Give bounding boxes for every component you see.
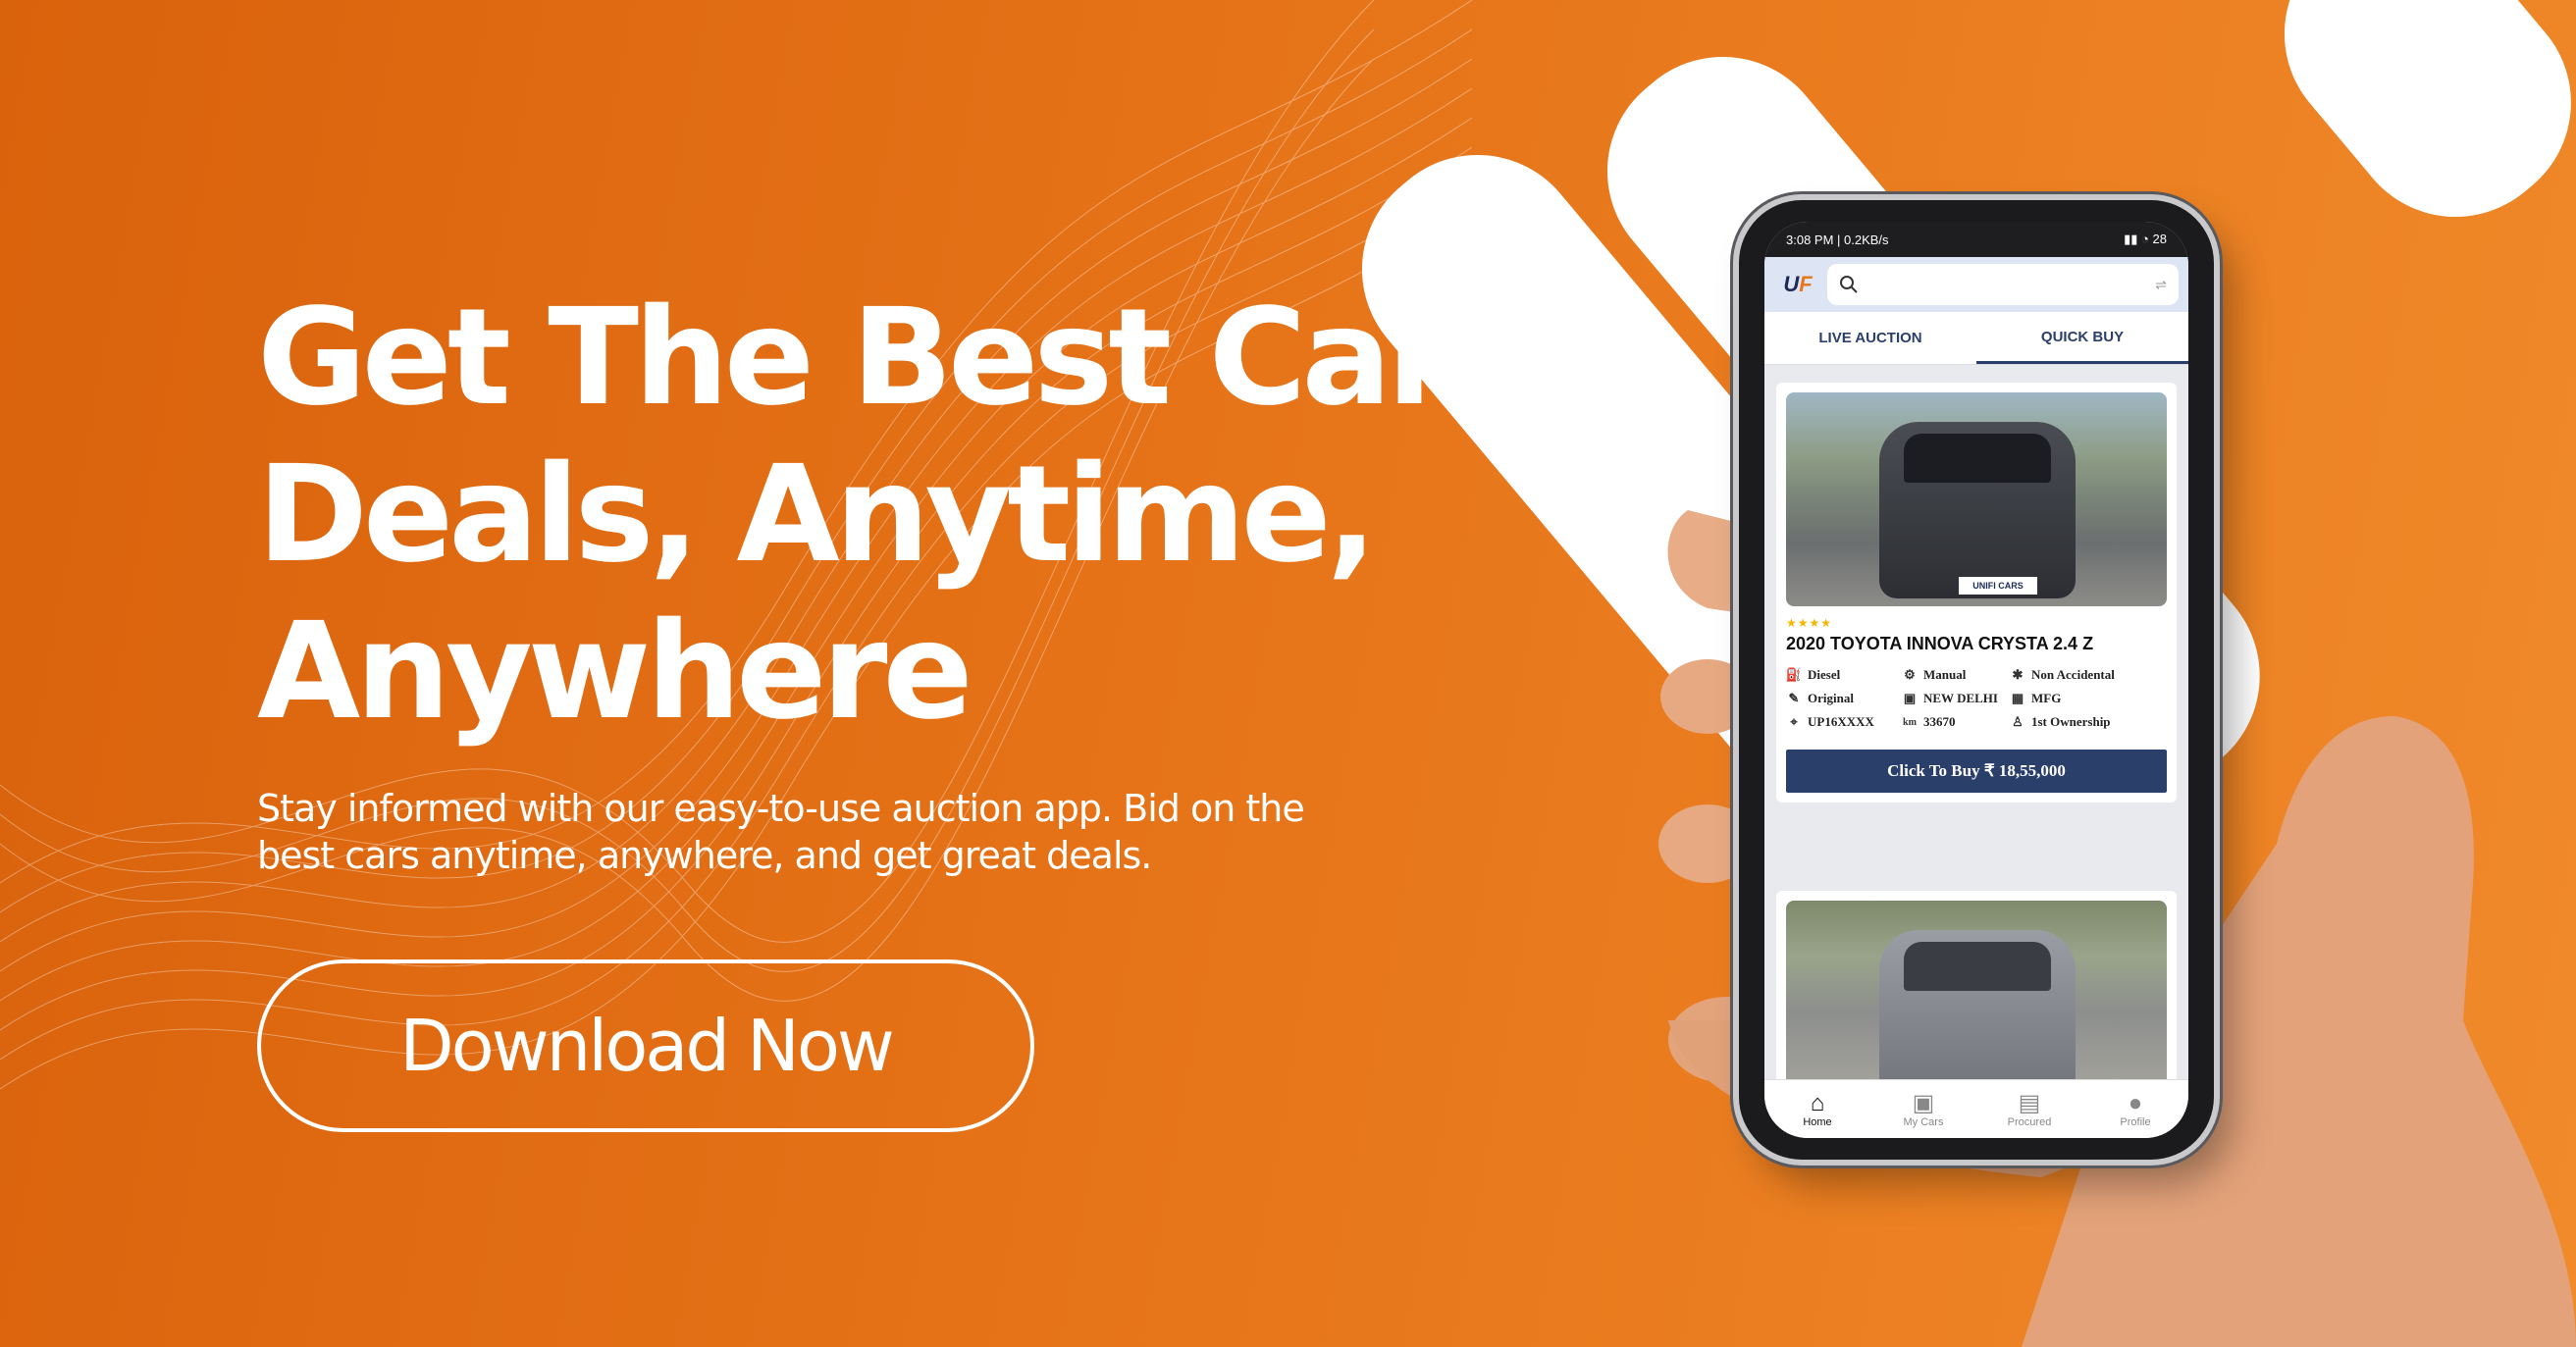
listing-title: 2020 TOYOTA INNOVA CRYSTA 2.4 Z <box>1786 634 2094 653</box>
location-icon: ⌖ <box>1790 714 1798 729</box>
spec-label: 33670 <box>1923 714 1956 729</box>
spec-label: 1st Ownership <box>2031 714 2111 729</box>
spec-grid: ⛽ Diesel ⚙ Manual ✱ Non Accidental ✎ Origina… <box>1786 667 2167 730</box>
nav-label: Home <box>1803 1115 1832 1128</box>
spec-item: ♙ 1st Ownership <box>2010 714 2147 730</box>
headline-line-1: Get The Best Car <box>257 281 1452 436</box>
battery-icon: ▮▮ ◔ 28 <box>2124 232 2167 246</box>
app-topbar: UF ⇌ <box>1764 257 2188 312</box>
bottom-nav: ⌂ Home ▣ My Cars ▤ Procured ● Profile <box>1764 1079 2188 1138</box>
battery-level: 28 <box>2152 232 2167 246</box>
spec-item: ✱ Non Accidental <box>2010 667 2147 683</box>
click-to-buy-button[interactable]: Click To Buy ₹ 18,55,000 <box>1786 750 2167 793</box>
spec-item: ⚙ Manual <box>1902 667 2010 683</box>
bag-icon: ▤ <box>2018 1089 2041 1116</box>
car-icon: ▣ <box>1912 1089 1935 1116</box>
nav-label: My Cars <box>1903 1115 1944 1128</box>
spec-label: NEW DELHI <box>1923 691 1998 705</box>
spec-label: Diesel <box>1808 667 1841 682</box>
search-icon <box>1840 276 1858 293</box>
spec-label: Manual <box>1923 667 1967 682</box>
nav-home[interactable]: ⌂ Home <box>1764 1080 1870 1138</box>
status-bar: 3:08 PM | 0.2KB/s ▮▮ ◔ 28 <box>1764 222 2188 257</box>
car-photo[interactable]: UNIFI CARS <box>1786 392 2167 606</box>
logo-mark: F <box>1799 272 1813 296</box>
tab-live-auction[interactable]: LIVE AUCTION <box>1764 312 1976 364</box>
paint-icon: ✎ <box>1788 691 1800 705</box>
spec-item: ⛽ Diesel <box>1786 667 1902 683</box>
listing-card[interactable] <box>1776 891 2177 1087</box>
car-crash-icon: ✱ <box>2012 667 2024 682</box>
listing-card[interactable]: UNIFI CARS ★★★★ 2020 TOYOTA INNOVA CRYST… <box>1776 383 2177 803</box>
spec-item: km 33670 <box>1902 714 2010 730</box>
logo-text: U <box>1783 272 1800 296</box>
car-photo[interactable] <box>1786 901 2167 1087</box>
nav-my-cars[interactable]: ▣ My Cars <box>1870 1080 1976 1138</box>
hero-subtitle: Stay informed with our easy-to-use aucti… <box>257 787 1305 877</box>
status-time: 3:08 PM | 0.2KB/s <box>1786 232 1889 247</box>
person-icon: ♙ <box>2012 714 2024 729</box>
headline-line-3: Anywhere <box>257 595 973 750</box>
fuel-icon: ⛽ <box>1785 667 1803 682</box>
decorative-stripe <box>2239 0 2576 261</box>
watermark-plate: UNIFI CARS <box>1959 577 2037 595</box>
spec-label: Original <box>1808 691 1854 705</box>
spec-item: ▦ MFG <box>2010 691 2147 706</box>
odometer-icon: km <box>1903 716 1917 728</box>
tab-quick-buy[interactable]: QUICK BUY <box>1976 312 2188 364</box>
search-input[interactable]: ⇌ <box>1827 264 2179 305</box>
headline-line-2: Deals, Anytime, <box>257 438 1377 593</box>
filter-icon[interactable]: ⇌ <box>2155 277 2167 293</box>
calendar-icon: ▦ <box>2011 691 2024 705</box>
hero-headline: Get The Best Car Deals, Anytime, Anywher… <box>257 280 1484 751</box>
nav-label: Profile <box>2120 1115 2151 1128</box>
rating-stars: ★★★★ <box>1786 616 1833 630</box>
phone-screen: 3:08 PM | 0.2KB/s ▮▮ ◔ 28 UF ⇌ LIVE AUCT… <box>1764 222 2188 1138</box>
app-logo[interactable]: UF <box>1774 270 1821 299</box>
spec-item: ⌖ UP16XXXX <box>1786 714 1902 730</box>
profile-icon: ● <box>2128 1089 2143 1116</box>
home-icon: ⌂ <box>1810 1089 1825 1116</box>
nav-procured[interactable]: ▤ Procured <box>1976 1080 2082 1138</box>
spec-item: ✎ Original <box>1786 691 1902 706</box>
spec-label: UP16XXXX <box>1808 714 1874 729</box>
car-window <box>1904 434 2051 483</box>
car-window <box>1904 942 2051 991</box>
spec-item: ▣ NEW DELHI <box>1902 691 2010 706</box>
download-now-button[interactable]: Download Now <box>257 959 1034 1132</box>
spec-label: MFG <box>2031 691 2062 705</box>
phone-mockup: 3:08 PM | 0.2KB/s ▮▮ ◔ 28 UF ⇌ LIVE AUCT… <box>1739 200 2214 1160</box>
gear-shift-icon: ⚙ <box>1904 667 1916 682</box>
nav-profile[interactable]: ● Profile <box>2082 1080 2188 1138</box>
tab-bar: LIVE AUCTION QUICK BUY <box>1764 312 2188 365</box>
spec-label: Non Accidental <box>2031 667 2115 682</box>
nav-label: Procured <box>2007 1115 2052 1128</box>
car-icon: ▣ <box>1903 691 1917 705</box>
